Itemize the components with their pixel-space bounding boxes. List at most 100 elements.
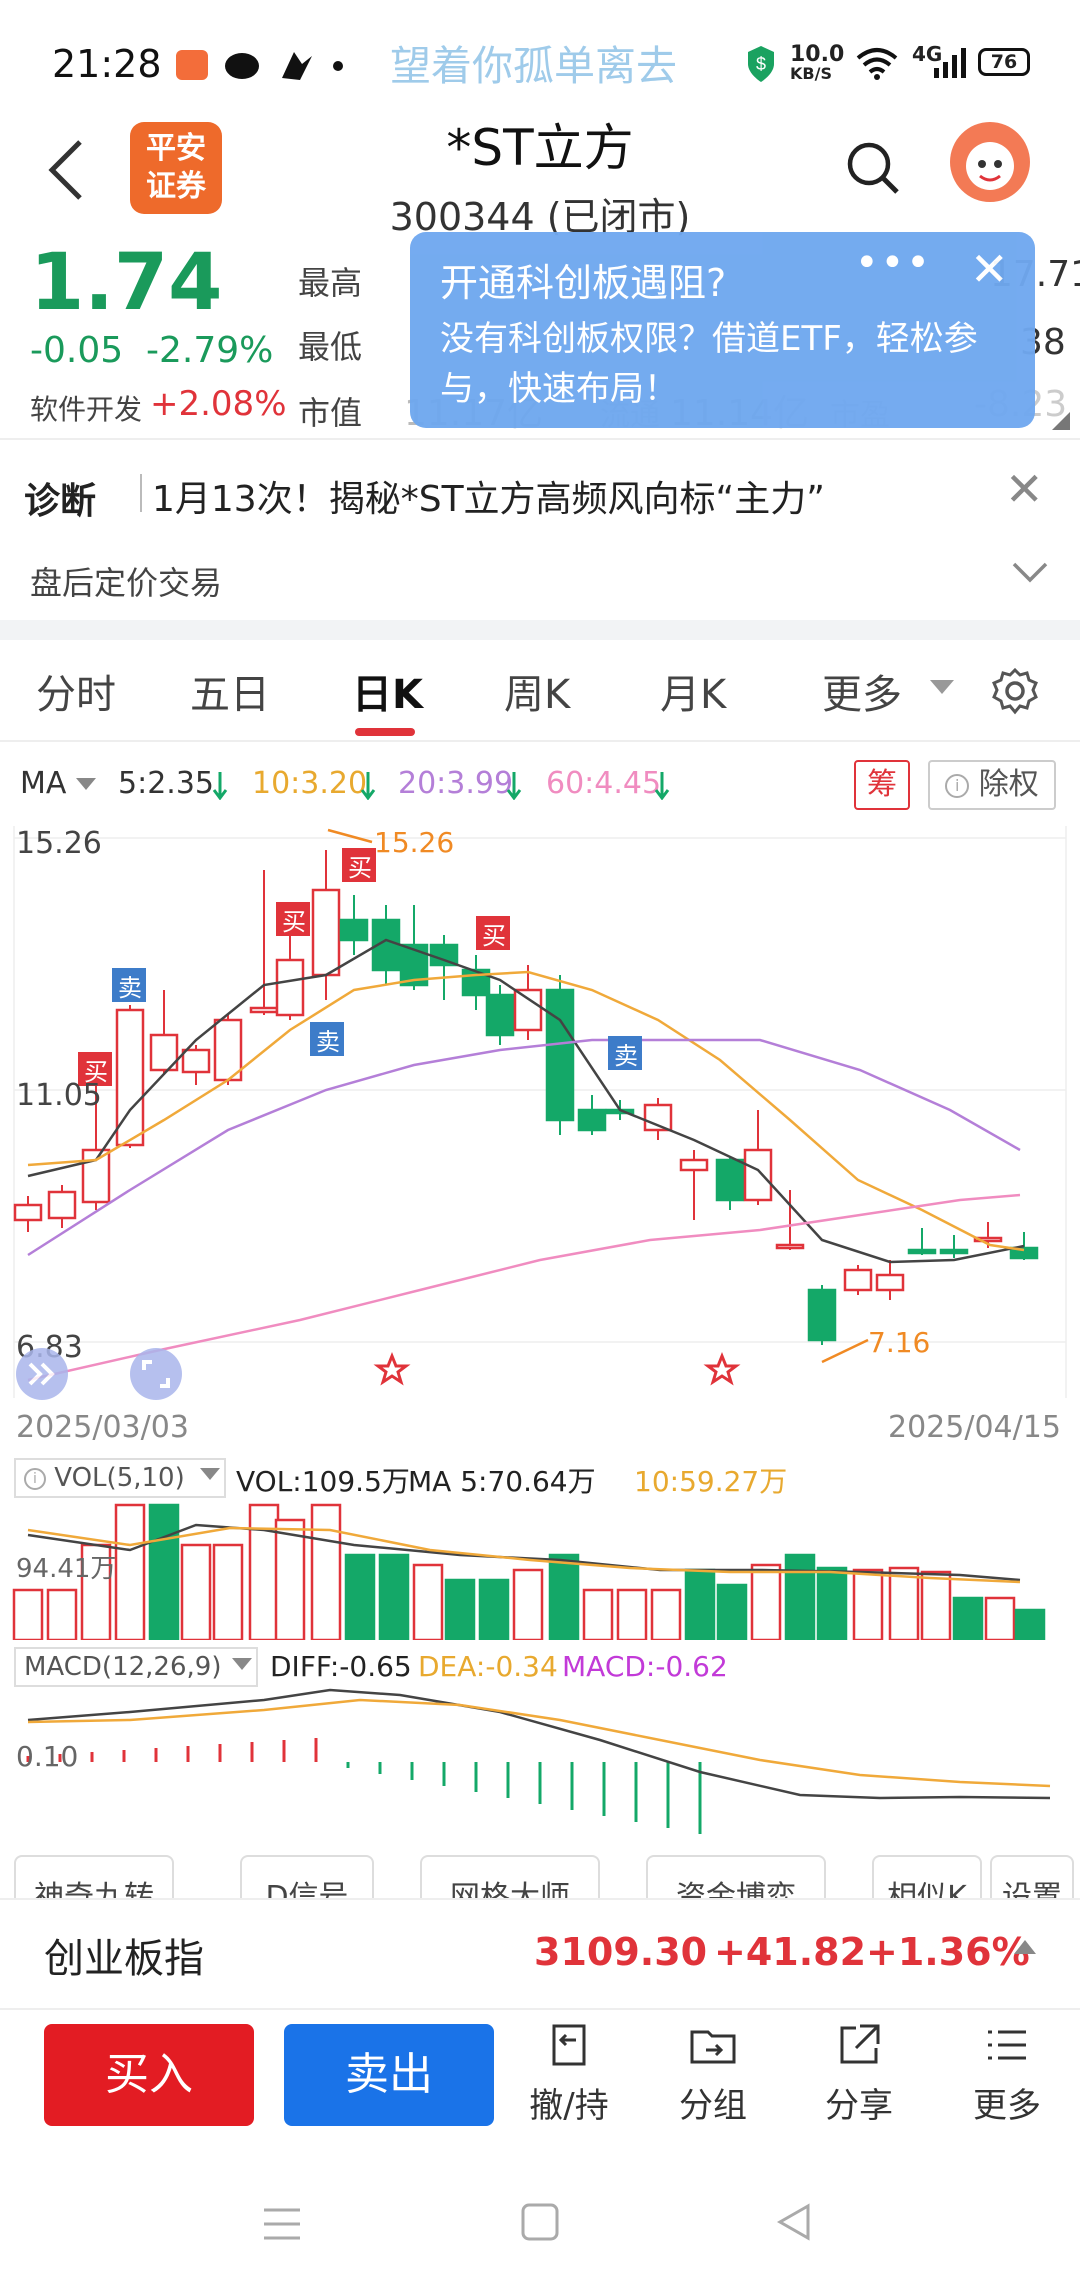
group-button[interactable]: 分组 xyxy=(658,2020,768,2127)
tab-weekly-k[interactable]: 周K xyxy=(504,662,570,720)
candle-body xyxy=(249,1006,279,1014)
recent-apps-icon[interactable] xyxy=(262,2206,302,2242)
volume-chart[interactable] xyxy=(0,1500,1080,1640)
date-end: 2025/04/15 xyxy=(888,1410,1061,1445)
popup-more-icon[interactable]: ••• xyxy=(855,240,932,286)
more-button[interactable]: 更多 xyxy=(952,2020,1062,2127)
dropdown-icon[interactable] xyxy=(200,1468,220,1482)
tab-intraday[interactable]: 分时 xyxy=(36,662,116,720)
ma-dropdown-icon[interactable] xyxy=(76,778,96,792)
wifi-icon xyxy=(856,48,898,80)
chevron-down-icon[interactable] xyxy=(1012,560,1048,584)
back-nav-icon[interactable] xyxy=(774,2202,814,2242)
candle-body xyxy=(339,918,369,942)
index-name: 创业板指 xyxy=(44,1936,204,1982)
status-marquee: 望着你孤单离去 xyxy=(390,42,677,90)
expand-sidebar-icon[interactable] xyxy=(16,1348,68,1400)
popup-tail-icon xyxy=(1052,412,1070,430)
max-price-label: 15.26 xyxy=(374,826,455,859)
volume-bar xyxy=(512,1568,544,1640)
volume-bar xyxy=(716,1583,748,1640)
label-low: 最低 xyxy=(298,328,363,366)
volume-bar xyxy=(114,1503,146,1640)
sell-marker-label: 卖 xyxy=(118,974,142,1002)
volume-bar xyxy=(952,1596,984,1640)
tab-more[interactable]: 更多 xyxy=(822,662,902,720)
popup-title: 开通科创板遇阻? xyxy=(440,261,727,305)
candle-body xyxy=(545,988,575,1122)
diagnosis-headline[interactable]: 1月13次！揭秘*ST立方高频风向标“主力” xyxy=(152,470,825,522)
active-tab-indicator xyxy=(355,728,415,736)
ex-rights-button[interactable]: i 除权 xyxy=(928,760,1056,810)
tab-five-day[interactable]: 五日 xyxy=(190,662,270,720)
label-mcap: 市值 xyxy=(298,394,363,432)
candle-body xyxy=(47,1190,77,1220)
candle-body xyxy=(275,958,305,1017)
more-label: 更多 xyxy=(973,2086,1041,2126)
group-label: 分组 xyxy=(679,2086,747,2126)
info-icon: i xyxy=(945,773,970,798)
more-dropdown-icon[interactable] xyxy=(930,680,954,696)
cancel-hold-button[interactable]: 撤/持 xyxy=(514,2020,624,2127)
macd-chart[interactable] xyxy=(0,1688,1080,1858)
back-icon[interactable] xyxy=(46,138,86,202)
popup-close-icon[interactable]: ✕ xyxy=(970,242,1009,296)
vol-indicator-select[interactable]: i VOL(5,10) xyxy=(14,1458,226,1498)
volume-bar xyxy=(784,1553,816,1640)
expand-up-icon[interactable] xyxy=(1014,1938,1036,1954)
after-hours-label[interactable]: 盘后定价交易 xyxy=(30,558,222,604)
buy-marker-label: 买 xyxy=(482,922,506,950)
volume-bar xyxy=(816,1566,848,1640)
star-marker-icon xyxy=(373,1351,741,1386)
macd-diff: DIFF:-0.65 xyxy=(270,1650,412,1683)
volume-bar xyxy=(1014,1608,1046,1640)
min-leader xyxy=(821,1338,869,1364)
index-pct: +1.36% xyxy=(866,1930,1030,1974)
cancel-hold-icon xyxy=(552,2024,586,2066)
sector-name[interactable]: 软件开发 xyxy=(30,388,142,428)
volume-bar xyxy=(46,1588,78,1640)
broker-logo: 平安 证券 xyxy=(130,122,222,214)
home-icon[interactable] xyxy=(520,2202,560,2242)
min-price-label: 7.16 xyxy=(868,1326,931,1359)
folder-icon xyxy=(690,2030,736,2064)
volume-bar xyxy=(344,1553,376,1640)
tab-monthly-k[interactable]: 月K xyxy=(660,662,726,720)
fullscreen-icon[interactable] xyxy=(130,1348,182,1400)
logo-line2: 证券 xyxy=(146,169,206,204)
assistant-avatar-icon[interactable] xyxy=(950,122,1030,202)
status-bar: 21:28 望着你孤单离去 $ 10.0 KB/S 4G 76 xyxy=(0,0,1080,125)
volume-bar xyxy=(684,1568,716,1640)
buy-button[interactable]: 买入 xyxy=(44,2024,254,2126)
divider xyxy=(0,740,1080,742)
gear-icon[interactable] xyxy=(990,666,1040,716)
volume-bar xyxy=(12,1588,44,1640)
macd-indicator-select[interactable]: MACD(12,26,9) xyxy=(14,1647,258,1687)
search-icon[interactable] xyxy=(845,140,901,196)
macd-axis-label: 0.10 xyxy=(16,1740,79,1773)
volume-bar xyxy=(378,1553,410,1640)
chart-grid xyxy=(13,826,1067,1398)
candle-body xyxy=(907,1248,937,1255)
sell-marker-label: 卖 xyxy=(316,1028,340,1056)
sell-button[interactable]: 卖出 xyxy=(284,2024,494,2126)
chips-distribution-button[interactable]: 筹 xyxy=(854,760,910,810)
volume-bar xyxy=(148,1503,180,1640)
candle-body xyxy=(939,1248,969,1255)
ex-rights-label: 除权 xyxy=(978,767,1039,802)
money-shield-icon: $ xyxy=(748,46,774,82)
volume-bar xyxy=(984,1596,1016,1640)
ma-label[interactable]: MA xyxy=(20,766,66,801)
system-nav-bar xyxy=(0,2170,1080,2280)
candle-body xyxy=(715,1158,745,1202)
section-gap xyxy=(0,620,1080,640)
dropdown-icon[interactable] xyxy=(232,1658,252,1672)
tab-daily-k[interactable]: 日K xyxy=(352,662,423,720)
menu-icon xyxy=(988,2030,1026,2060)
diagnosis-close-icon[interactable]: ✕ xyxy=(1005,462,1044,516)
promo-popup[interactable]: 开通科创板遇阻? ••• ✕ 没有科创板权限？借道ETF，轻松参与，快速布局！ xyxy=(410,232,1035,428)
share-button[interactable]: 分享 xyxy=(804,2020,914,2127)
notification-icons xyxy=(172,46,352,86)
macd-label: MACD(12,26,9) xyxy=(24,1652,222,1682)
info-icon: i xyxy=(24,1467,46,1490)
